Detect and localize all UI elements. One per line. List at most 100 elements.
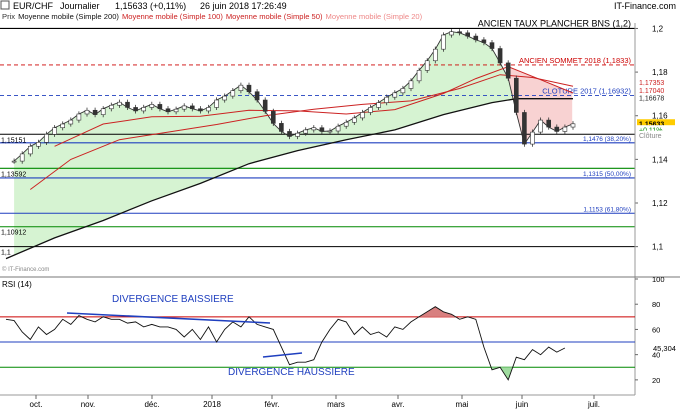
price-bar-body bbox=[11, 160, 17, 163]
y-tick-label-4: 1,12 bbox=[652, 199, 668, 208]
price-bar-body bbox=[449, 31, 454, 36]
price-bar-body bbox=[19, 153, 25, 162]
price-bar-body bbox=[157, 104, 163, 110]
price-bar-body bbox=[125, 101, 130, 108]
price-bar-body bbox=[473, 35, 479, 41]
price-bar-body bbox=[279, 123, 284, 132]
price-bar-body bbox=[416, 70, 422, 82]
price-bar-body bbox=[360, 112, 365, 119]
price-bar-body bbox=[303, 129, 309, 134]
divergence-bullish-line bbox=[262, 352, 303, 358]
price-bar-body bbox=[562, 126, 568, 132]
price-bar-body bbox=[432, 48, 438, 62]
price-level-label-3: 1,1476 (38,20%) bbox=[583, 136, 631, 143]
price-chart: EUR/CHF Journalier 1,15633 (+0,11%) 26 j… bbox=[0, 0, 680, 409]
price-bar-body bbox=[335, 125, 341, 132]
value-box-label-5: Clôture bbox=[639, 133, 662, 140]
price-bar-body bbox=[465, 32, 471, 37]
price-bar-body bbox=[424, 60, 430, 71]
price-bar-body bbox=[505, 62, 511, 79]
price-bar-body bbox=[165, 108, 171, 113]
x-tick-label-7: mai bbox=[456, 400, 469, 409]
price-bar-body bbox=[287, 131, 292, 137]
divergence-bearish-label: DIVERGENCE BAISSIERE bbox=[112, 294, 234, 305]
legend-item-4: Moyenne mobile (Simple 20) bbox=[326, 12, 423, 21]
price-bar-body bbox=[554, 126, 560, 132]
price-bar-body bbox=[262, 99, 268, 112]
price-bar-body bbox=[538, 119, 543, 133]
price-bar-body bbox=[351, 117, 357, 123]
x-tick-label-9: juil. bbox=[587, 400, 600, 409]
price-bar-body bbox=[327, 130, 333, 133]
price-bar-body bbox=[546, 119, 552, 128]
price-bar-body bbox=[570, 123, 576, 128]
quote-label: 1,15633 (+0,11%) bbox=[115, 1, 186, 11]
price-level-label-7: 1,13592 bbox=[1, 171, 26, 178]
window-menu-icon[interactable] bbox=[0, 0, 10, 10]
price-bar-body bbox=[408, 80, 414, 89]
price-bar-body bbox=[84, 109, 90, 115]
price-level-label-8: 1,10912 bbox=[1, 230, 26, 237]
price-bar-body bbox=[52, 127, 57, 135]
rsi-levels bbox=[0, 316, 635, 368]
price-bar-body bbox=[392, 92, 398, 98]
price-bar-body bbox=[481, 39, 487, 43]
price-bar-body bbox=[27, 145, 33, 155]
price-bar-body bbox=[270, 111, 276, 124]
price-bar-body bbox=[206, 107, 211, 112]
y-tick-label-0: 1,2 bbox=[652, 24, 664, 33]
x-tick-label-0: oct. bbox=[30, 400, 43, 409]
price-bar-body bbox=[497, 48, 503, 64]
rsi-tick-label-1: 80 bbox=[652, 300, 660, 309]
price-level-label-4: 1,1315 (50,00%) bbox=[583, 171, 631, 178]
y-tick-label-1: 1,18 bbox=[652, 68, 668, 77]
divergence-bearish-line bbox=[66, 312, 271, 324]
brand-label: IT-Finance.com bbox=[614, 1, 676, 11]
price-bar-body bbox=[109, 104, 114, 110]
time-x-axis: oct. nov. déc. 2018 févr. mars avr. mai juin juil… bbox=[30, 395, 600, 409]
price-bar-body bbox=[133, 107, 138, 112]
price-bar-body bbox=[36, 142, 41, 147]
legend-item-1: Moyenne mobile (Simple 200) bbox=[18, 12, 119, 21]
price-bar-body bbox=[343, 121, 349, 127]
price-bar-body bbox=[214, 99, 219, 108]
price-bar-body bbox=[368, 107, 373, 113]
y-tick-label-5: 1,1 bbox=[652, 243, 664, 252]
price-bar-body bbox=[198, 108, 203, 112]
price-bar-body bbox=[311, 127, 317, 131]
price-bar-body bbox=[400, 88, 406, 94]
rsi-y-axis: 10080604020 bbox=[635, 275, 665, 385]
value-box-label-2: 1,16678 bbox=[639, 96, 664, 103]
legend-item-0: Prix bbox=[2, 12, 15, 21]
price-bar-body bbox=[68, 119, 74, 125]
price-bar-body bbox=[295, 132, 300, 137]
price-bar-body bbox=[457, 31, 462, 34]
price-bar-body bbox=[149, 104, 155, 108]
price-bar-body bbox=[530, 131, 535, 145]
price-bar-body bbox=[190, 105, 195, 110]
price-bar-body bbox=[60, 123, 66, 129]
price-level-label-2: CLOTURE 2017 (1,16932) bbox=[542, 86, 631, 95]
price-level-label-0: ANCIEN TAUX PLANCHER BNS (1,2) bbox=[478, 18, 631, 28]
period-label: Journalier bbox=[60, 1, 100, 11]
x-tick-label-6: avr. bbox=[392, 400, 405, 409]
price-level-label-1: ANCIEN SOMMET 2018 (1,1833) bbox=[519, 56, 631, 65]
legend-item-3: Moyenne mobile (Simple 50) bbox=[226, 12, 323, 21]
x-tick-label-5: mars bbox=[327, 400, 345, 409]
price-bar-body bbox=[222, 95, 227, 101]
rsi-title: RSI (14) bbox=[2, 280, 32, 289]
price-bar-body bbox=[230, 90, 236, 97]
price-bar-body bbox=[44, 133, 49, 143]
price-bar-body bbox=[513, 77, 519, 113]
rsi-last-label: 45,304 bbox=[653, 344, 676, 353]
x-tick-label-4: févr. bbox=[264, 400, 279, 409]
price-bar-body bbox=[246, 84, 252, 93]
price-bar-body bbox=[181, 105, 187, 110]
price-bar-body bbox=[441, 34, 446, 50]
chart-window: EUR/CHF Journalier 1,15633 (+0,11%) 26 j… bbox=[0, 0, 680, 409]
watermark: © IT-Finance.com bbox=[2, 266, 49, 273]
price-bar-body bbox=[76, 113, 82, 121]
price-bar-body bbox=[376, 102, 381, 108]
x-tick-label-3: 2018 bbox=[203, 400, 221, 409]
price-bar-body bbox=[173, 108, 179, 113]
